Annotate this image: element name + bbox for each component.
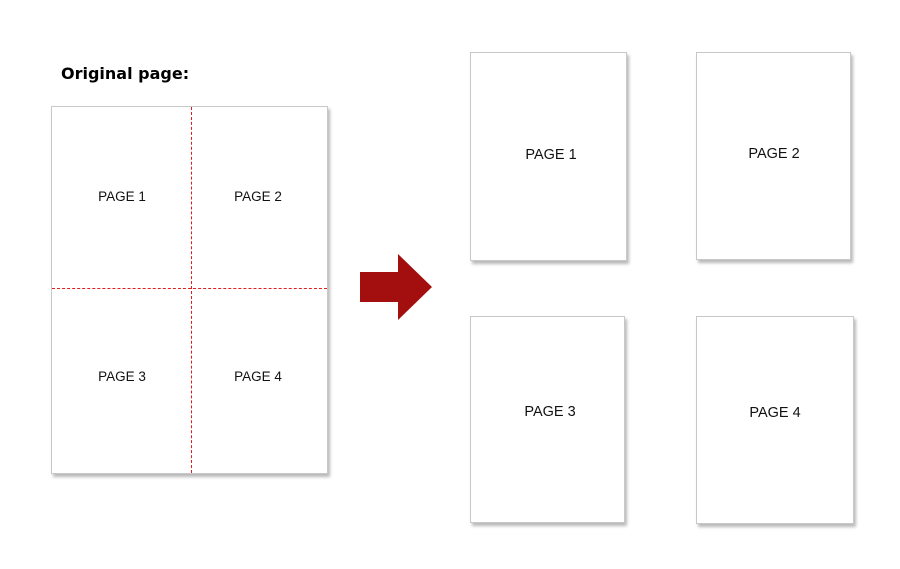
result-page-label-2: PAGE 2	[748, 146, 800, 162]
result-page-label-4: PAGE 4	[749, 405, 801, 421]
result-page-2: PAGE 2	[696, 52, 851, 260]
result-page-3: PAGE 3	[470, 316, 625, 523]
right-arrow-icon	[360, 254, 432, 320]
horizontal-cut-line	[52, 288, 327, 289]
original-quadrant-label-3: PAGE 3	[98, 369, 146, 384]
original-quadrant-label-1: PAGE 1	[98, 189, 146, 204]
original-quadrant-label-4: PAGE 4	[234, 369, 282, 384]
result-page-4: PAGE 4	[696, 316, 854, 524]
result-page-1: PAGE 1	[470, 52, 627, 261]
vertical-cut-line	[191, 107, 192, 473]
original-page: PAGE 1 PAGE 2 PAGE 3 PAGE 4	[51, 106, 328, 474]
result-page-label-1: PAGE 1	[525, 147, 577, 163]
original-page-heading: Original page:	[61, 64, 190, 83]
result-page-label-3: PAGE 3	[524, 404, 576, 420]
original-quadrant-label-2: PAGE 2	[234, 189, 282, 204]
